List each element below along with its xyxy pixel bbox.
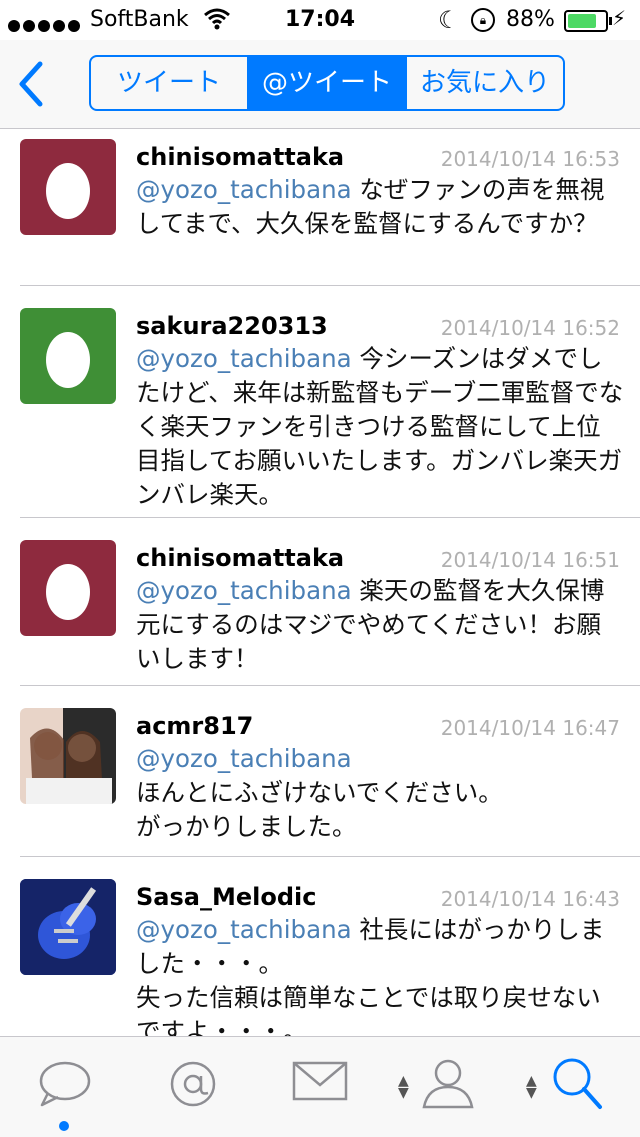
battery-fill — [568, 14, 597, 28]
tweet-text: @yozo_tachibana 社長にはがっかりしました・・・。 失った信頼は簡… — [136, 913, 624, 1036]
speech-bubble-icon[interactable] — [38, 1059, 92, 1109]
avatar-photo[interactable] — [20, 708, 116, 804]
battery-percent: 88% — [506, 7, 555, 32]
tweet-timestamp: 2014/10/14 16:43 — [440, 887, 620, 911]
avatar-photo[interactable] — [20, 879, 116, 975]
rotation-lock-icon: 🔒︎ — [471, 8, 495, 32]
guitar-photo-avatar-icon — [20, 879, 116, 975]
tweet-row[interactable]: chinisomattaka 2014/10/14 16:51 @yozo_ta… — [20, 518, 640, 686]
account-switch-arrows-icon[interactable]: ▲ ▼ — [398, 1074, 409, 1100]
tweet-text: @yozo_tachibana なぜファンの声を無視してまで、大久保を監督にする… — [136, 173, 624, 241]
tweet-text: @yozo_tachibana 今シーズンはダメでしたけど、来年は新監督もデーブ… — [136, 342, 624, 512]
mention-link[interactable]: @yozo_tachibana — [136, 576, 352, 605]
charging-icon: ⚡︎ — [612, 6, 627, 30]
tweet-timestamp: 2014/10/14 16:53 — [440, 147, 620, 171]
tweet-timestamp: 2014/10/14 16:47 — [440, 716, 620, 740]
tweet-body-line: 失った信頼は簡単なことでは取り戻せないですよ・・・。 — [136, 983, 601, 1036]
segment-tweets[interactable]: ツイート — [91, 57, 249, 109]
do-not-disturb-icon: ☾ — [438, 6, 460, 34]
avatar[interactable] — [20, 540, 116, 636]
tweet-text: @yozo_tachibana ほんとにふざけないでください。 がっかりしました… — [136, 742, 624, 844]
mention-link[interactable]: @yozo_tachibana — [136, 344, 352, 373]
tweet-username[interactable]: acmr817 — [136, 712, 253, 740]
envelope-icon[interactable] — [292, 1059, 348, 1103]
tweet-username[interactable]: sakura220313 — [136, 312, 328, 340]
default-egg-avatar-icon — [46, 163, 90, 219]
tweet-row[interactable]: acmr817 2014/10/14 16:47 @yozo_tachibana… — [20, 686, 640, 857]
segment-favorites[interactable]: お気に入り — [407, 57, 563, 109]
battery-icon — [564, 10, 612, 32]
person-icon[interactable] — [420, 1055, 476, 1111]
tweet-timestamp: 2014/10/14 16:52 — [440, 316, 620, 340]
search-icon[interactable] — [550, 1055, 606, 1111]
default-egg-avatar-icon — [46, 564, 90, 620]
back-chevron-icon[interactable] — [14, 60, 54, 108]
at-sign-icon[interactable] — [168, 1059, 218, 1109]
mention-link[interactable]: @yozo_tachibana — [136, 742, 624, 776]
tweet-timestamp: 2014/10/14 16:51 — [440, 548, 620, 572]
tweet-list[interactable]: chinisomattaka 2014/10/14 16:53 @yozo_ta… — [0, 129, 640, 1036]
tweet-row[interactable]: chinisomattaka 2014/10/14 16:53 @yozo_ta… — [20, 129, 640, 286]
tweet-username[interactable]: chinisomattaka — [136, 544, 344, 572]
photo-avatar-icon — [26, 728, 112, 804]
default-egg-avatar-icon — [46, 332, 90, 388]
tweet-row[interactable]: Sasa_Melodic 2014/10/14 16:43 @yozo_tach… — [20, 857, 640, 1036]
search-options-arrows-icon[interactable]: ▲ ▼ — [526, 1074, 537, 1100]
unread-indicator-dot — [59, 1121, 69, 1131]
segment-mentions[interactable]: @ツイート — [249, 57, 407, 109]
status-bar: SoftBank 17:04 ☾ 🔒︎ 88% ⚡︎ — [0, 0, 640, 40]
avatar[interactable] — [20, 308, 116, 404]
tweet-username[interactable]: chinisomattaka — [136, 143, 344, 171]
mention-link[interactable]: @yozo_tachibana — [136, 175, 352, 204]
tweet-row[interactable]: sakura220313 2014/10/14 16:52 @yozo_tach… — [20, 286, 640, 518]
navigation-bar: ツイート @ツイート お気に入り — [0, 40, 640, 129]
tweet-body-line: がっかりしました。 — [136, 812, 357, 841]
tab-bar: ▲ ▼ ▲ ▼ — [0, 1036, 640, 1137]
tweet-username[interactable]: Sasa_Melodic — [136, 883, 316, 911]
tweet-body-line: ほんとにふざけないでください。 — [136, 778, 503, 807]
tweet-text: @yozo_tachibana 楽天の監督を大久保博元にするのはマジでやめてくだ… — [136, 574, 624, 676]
timeline-segmented-control: ツイート @ツイート お気に入り — [89, 55, 565, 111]
avatar[interactable] — [20, 139, 116, 235]
mention-link[interactable]: @yozo_tachibana — [136, 915, 352, 944]
